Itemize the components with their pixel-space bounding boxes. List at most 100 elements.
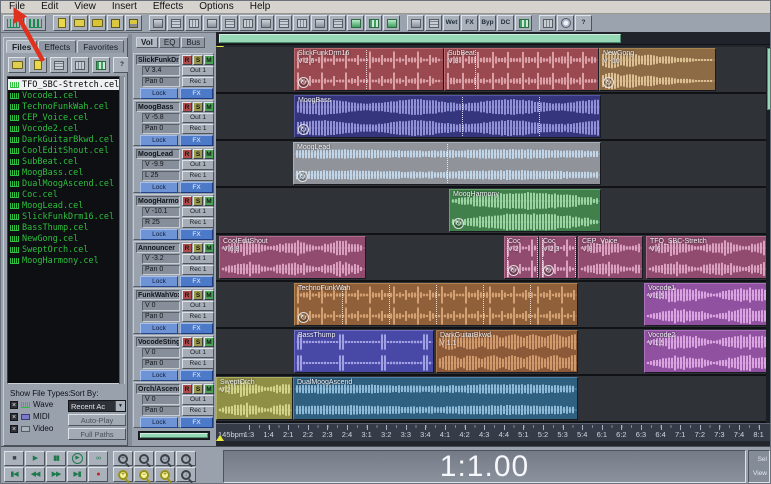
- go-to-end-button[interactable]: ▶▮: [67, 467, 87, 482]
- redo-button[interactable]: [167, 15, 184, 31]
- record-device-button[interactable]: Rec 1: [182, 218, 214, 228]
- file-item-coc-cel[interactable]: Coc.cel: [8, 189, 124, 200]
- output-button[interactable]: Out 1: [182, 254, 214, 264]
- zoom-in-button[interactable]: +: [113, 451, 133, 466]
- track-name[interactable]: MoogLead: [136, 149, 180, 159]
- track-name[interactable]: Announcer: [136, 243, 180, 253]
- record-arm-button[interactable]: R: [182, 243, 192, 253]
- record-device-button[interactable]: Rec 1: [182, 312, 214, 322]
- fx-rack-button[interactable]: FX: [461, 15, 478, 31]
- scrollbar-thumb[interactable]: [219, 34, 621, 43]
- close-file-button[interactable]: [29, 57, 47, 73]
- envelope-button[interactable]: [275, 15, 292, 31]
- record-device-button[interactable]: Rec 1: [182, 77, 214, 87]
- pan-envelope-button[interactable]: [425, 15, 442, 31]
- mute-button[interactable]: M: [204, 290, 214, 300]
- zoom-full-button[interactable]: −: [134, 467, 154, 482]
- zoom-vertical-in-button[interactable]: ↑: [176, 451, 196, 466]
- menu-item-file[interactable]: File: [1, 1, 33, 13]
- output-button[interactable]: Out 1: [182, 160, 214, 170]
- zoom-in-left-button[interactable]: +: [113, 467, 133, 482]
- clip-slickfunkdrm16[interactable]: SlickFunkDrm16V 2.6↻: [294, 48, 444, 91]
- file-item-tfo-sbc-stretch-cel[interactable]: TFO_SBC-Stretch.cel: [8, 79, 124, 90]
- volume-value[interactable]: V 0: [142, 301, 180, 311]
- record-button[interactable]: ●: [88, 467, 108, 482]
- track-lane-5[interactable]: CoolEditShoutV 6.8CocV 2↻CocV 2.3↻CEP_Vo…: [216, 235, 771, 282]
- clip-moogbass[interactable]: MoogBass↻: [294, 95, 601, 138]
- cd-project-button[interactable]: [557, 15, 574, 31]
- record-device-button[interactable]: Rec 1: [182, 406, 214, 416]
- record-monitor-button[interactable]: [515, 15, 532, 31]
- record-arm-button[interactable]: R: [182, 290, 192, 300]
- tab-files[interactable]: Files: [6, 40, 37, 53]
- volume-value[interactable]: V -5.8: [142, 113, 180, 123]
- clip-technofunkwah[interactable]: TechnoFunkWah↻: [294, 283, 578, 326]
- group-clips-button[interactable]: [329, 15, 346, 31]
- lock-button[interactable]: Lock: [140, 276, 178, 287]
- clip-coc[interactable]: CocV 2↻: [504, 236, 539, 279]
- full-paths-button[interactable]: Full Paths: [68, 428, 126, 440]
- track-lane-6[interactable]: TechnoFunkWah↻Vocode1V 1.5: [216, 282, 771, 329]
- zoom-out-button[interactable]: −: [134, 451, 154, 466]
- tab-effects[interactable]: Effects: [38, 40, 76, 53]
- fx-button[interactable]: FX: [180, 370, 213, 381]
- fx-button[interactable]: FX: [180, 229, 213, 240]
- clip-darkguitarbkwd[interactable]: DarkGuitarBkwdV 1.1: [436, 330, 578, 373]
- menu-item-view[interactable]: View: [66, 1, 104, 13]
- rewind-button[interactable]: ◀◀: [25, 467, 45, 482]
- new-session-button[interactable]: [53, 15, 70, 31]
- track-lane-2[interactable]: MoogBass↻: [216, 94, 771, 141]
- solo-button[interactable]: S: [193, 149, 203, 159]
- open-file-button[interactable]: [71, 15, 88, 31]
- file-item-sweptorch-cel[interactable]: SweptOrch.cel: [8, 244, 124, 255]
- clip-vocode2[interactable]: Vocode2V 1.5: [644, 330, 771, 373]
- scrollbar-thumb[interactable]: [140, 433, 208, 438]
- insert-into-multitrack-button[interactable]: [50, 57, 68, 73]
- solo-button[interactable]: S: [193, 384, 203, 394]
- save-as-button[interactable]: [125, 15, 142, 31]
- menu-item-edit[interactable]: Edit: [33, 1, 66, 13]
- clip-dualmoogascend[interactable]: DualMoogAscend: [293, 377, 578, 420]
- record-device-button[interactable]: Rec 1: [182, 359, 214, 369]
- track-name[interactable]: MoogBass: [136, 102, 180, 112]
- menu-item-effects[interactable]: Effects: [145, 1, 191, 13]
- volume-value[interactable]: V -10.1: [142, 207, 180, 217]
- pan-value[interactable]: Pan 0: [142, 312, 180, 322]
- record-arm-button[interactable]: R: [182, 149, 192, 159]
- record-device-button[interactable]: Rec 1: [182, 124, 214, 134]
- pan-value[interactable]: Pan 0: [142, 359, 180, 369]
- zoom-tool-button[interactable]: [383, 15, 400, 31]
- output-button[interactable]: Out 1: [182, 348, 214, 358]
- output-button[interactable]: Out 1: [182, 395, 214, 405]
- auto-insert-toggle-button[interactable]: [92, 57, 110, 73]
- checkbox-midi[interactable]: ×: [10, 413, 18, 421]
- dc-bias-button[interactable]: DC: [497, 15, 514, 31]
- go-to-start-button[interactable]: ▮◀: [4, 467, 24, 482]
- menu-item-help[interactable]: Help: [242, 1, 279, 13]
- loop-duplicate-button[interactable]: [407, 15, 424, 31]
- file-item-cep-voice-cel[interactable]: CEP_Voice.cel: [8, 112, 124, 123]
- fast-forward-button[interactable]: ▶▶: [46, 467, 66, 482]
- clip-tfo-sbc-stretch[interactable]: TFO_SBC-StretchV 6: [646, 236, 771, 279]
- record-arm-button[interactable]: R: [182, 337, 192, 347]
- lock-button[interactable]: Lock: [140, 417, 178, 428]
- lock-button[interactable]: Lock: [140, 370, 178, 381]
- open-append-button[interactable]: [89, 15, 106, 31]
- file-item-dualmoogascend-cel[interactable]: DualMoogAscend.cel: [8, 178, 124, 189]
- checkbox-video[interactable]: ×: [10, 425, 18, 433]
- track-name[interactable]: FunkWahVox: [136, 290, 180, 300]
- import-file-button[interactable]: [8, 57, 26, 73]
- pan-value[interactable]: Pan 0: [142, 406, 180, 416]
- play-from-cursor-button[interactable]: ▶: [67, 451, 87, 466]
- mute-button[interactable]: M: [204, 337, 214, 347]
- volume-value[interactable]: V 0: [142, 348, 180, 358]
- output-button[interactable]: Out 1: [182, 66, 214, 76]
- vertical-scrollbar[interactable]: [766, 47, 771, 423]
- clip-mooglead[interactable]: MoogLead↻: [293, 142, 601, 185]
- pause-button[interactable]: ▮▮: [46, 451, 66, 466]
- solo-button[interactable]: S: [193, 196, 203, 206]
- volume-value[interactable]: V 3.4: [142, 66, 180, 76]
- mute-button[interactable]: M: [204, 55, 214, 65]
- multitrack-view-button[interactable]: [25, 15, 46, 31]
- edit-view-button[interactable]: [3, 15, 24, 31]
